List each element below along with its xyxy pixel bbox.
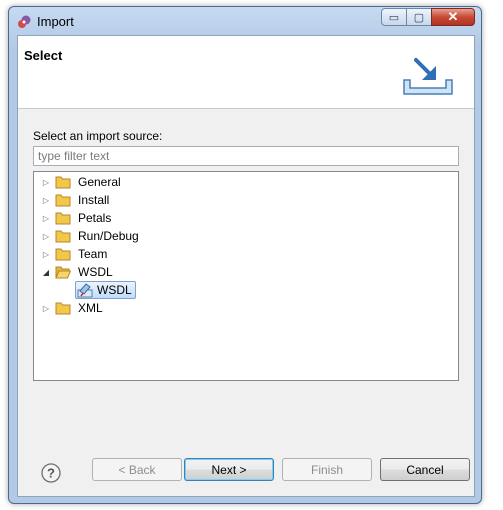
tree-item-label: General (78, 175, 121, 189)
import-source-label: Select an import source: (33, 129, 163, 143)
cancel-button[interactable]: Cancel (380, 458, 470, 481)
minimize-button[interactable]: ▭ (381, 8, 407, 26)
collapse-arrow-icon[interactable]: ◢ (40, 263, 52, 281)
window-title: Import (37, 14, 74, 29)
import-source-tree[interactable]: ▷ General ▷ Install ▷ Petals ▷ Run/Debug… (33, 171, 459, 381)
tree-item-label: Team (78, 247, 108, 261)
tree-item-label: Run/Debug (78, 229, 139, 243)
tree-item-install[interactable]: ▷ Install (40, 191, 111, 209)
folder-icon (55, 302, 71, 315)
tree-item-label: XML (78, 301, 103, 315)
next-button[interactable]: Next > (184, 458, 274, 481)
close-button[interactable]: ✕ (431, 8, 475, 26)
tree-item-xml[interactable]: ▷ XML (40, 299, 105, 317)
help-glyph: ? (47, 466, 55, 481)
tree-item-label: WSDL (97, 283, 132, 297)
tree-item-label: WSDL (78, 265, 113, 279)
folder-icon (55, 212, 71, 225)
tree-item-wsdl-folder[interactable]: ◢ WSDL (40, 263, 115, 281)
expand-arrow-icon[interactable]: ▷ (40, 173, 52, 191)
folder-icon (55, 248, 71, 261)
tree-item-run-debug[interactable]: ▷ Run/Debug (40, 227, 141, 245)
folder-icon (55, 176, 71, 189)
folder-icon (55, 194, 71, 207)
page-title: Select (24, 48, 63, 63)
tree-item-label: Petals (78, 211, 112, 225)
wizard-header: Select (18, 36, 474, 109)
help-icon[interactable]: ? (41, 463, 61, 483)
window-controls: ▭ ▢ ✕ (381, 8, 475, 26)
finish-button[interactable]: Finish (282, 458, 372, 481)
import-wizard-icon (403, 58, 453, 95)
expand-arrow-icon[interactable]: ▷ (40, 299, 52, 317)
filter-input[interactable] (33, 146, 459, 166)
expand-arrow-icon[interactable]: ▷ (40, 227, 52, 245)
title-bar[interactable]: Import ▭ ▢ ✕ (9, 7, 481, 35)
open-folder-icon (55, 266, 71, 279)
expand-arrow-icon[interactable]: ▷ (40, 209, 52, 227)
tree-item-petals[interactable]: ▷ Petals (40, 209, 113, 227)
import-dialog: Import ▭ ▢ ✕ Select Select an import sou… (8, 6, 482, 504)
tree-item-label: Install (78, 193, 110, 207)
tree-item-team[interactable]: ▷ Team (40, 245, 109, 263)
selected-item-highlight[interactable]: WSDL (75, 281, 136, 299)
maximize-button[interactable]: ▢ (406, 8, 432, 26)
folder-icon (55, 230, 71, 243)
expand-arrow-icon[interactable]: ▷ (40, 245, 52, 263)
tree-item-general[interactable]: ▷ General (40, 173, 123, 191)
eclipse-app-icon (18, 15, 31, 28)
dialog-content: Select Select an import source: ▷ Genera… (17, 35, 475, 497)
back-button[interactable]: < Back (92, 458, 182, 481)
expand-arrow-icon[interactable]: ▷ (40, 191, 52, 209)
tree-item-wsdl-wizard[interactable]: WSDL (75, 281, 136, 299)
wsdl-icon (77, 283, 93, 298)
